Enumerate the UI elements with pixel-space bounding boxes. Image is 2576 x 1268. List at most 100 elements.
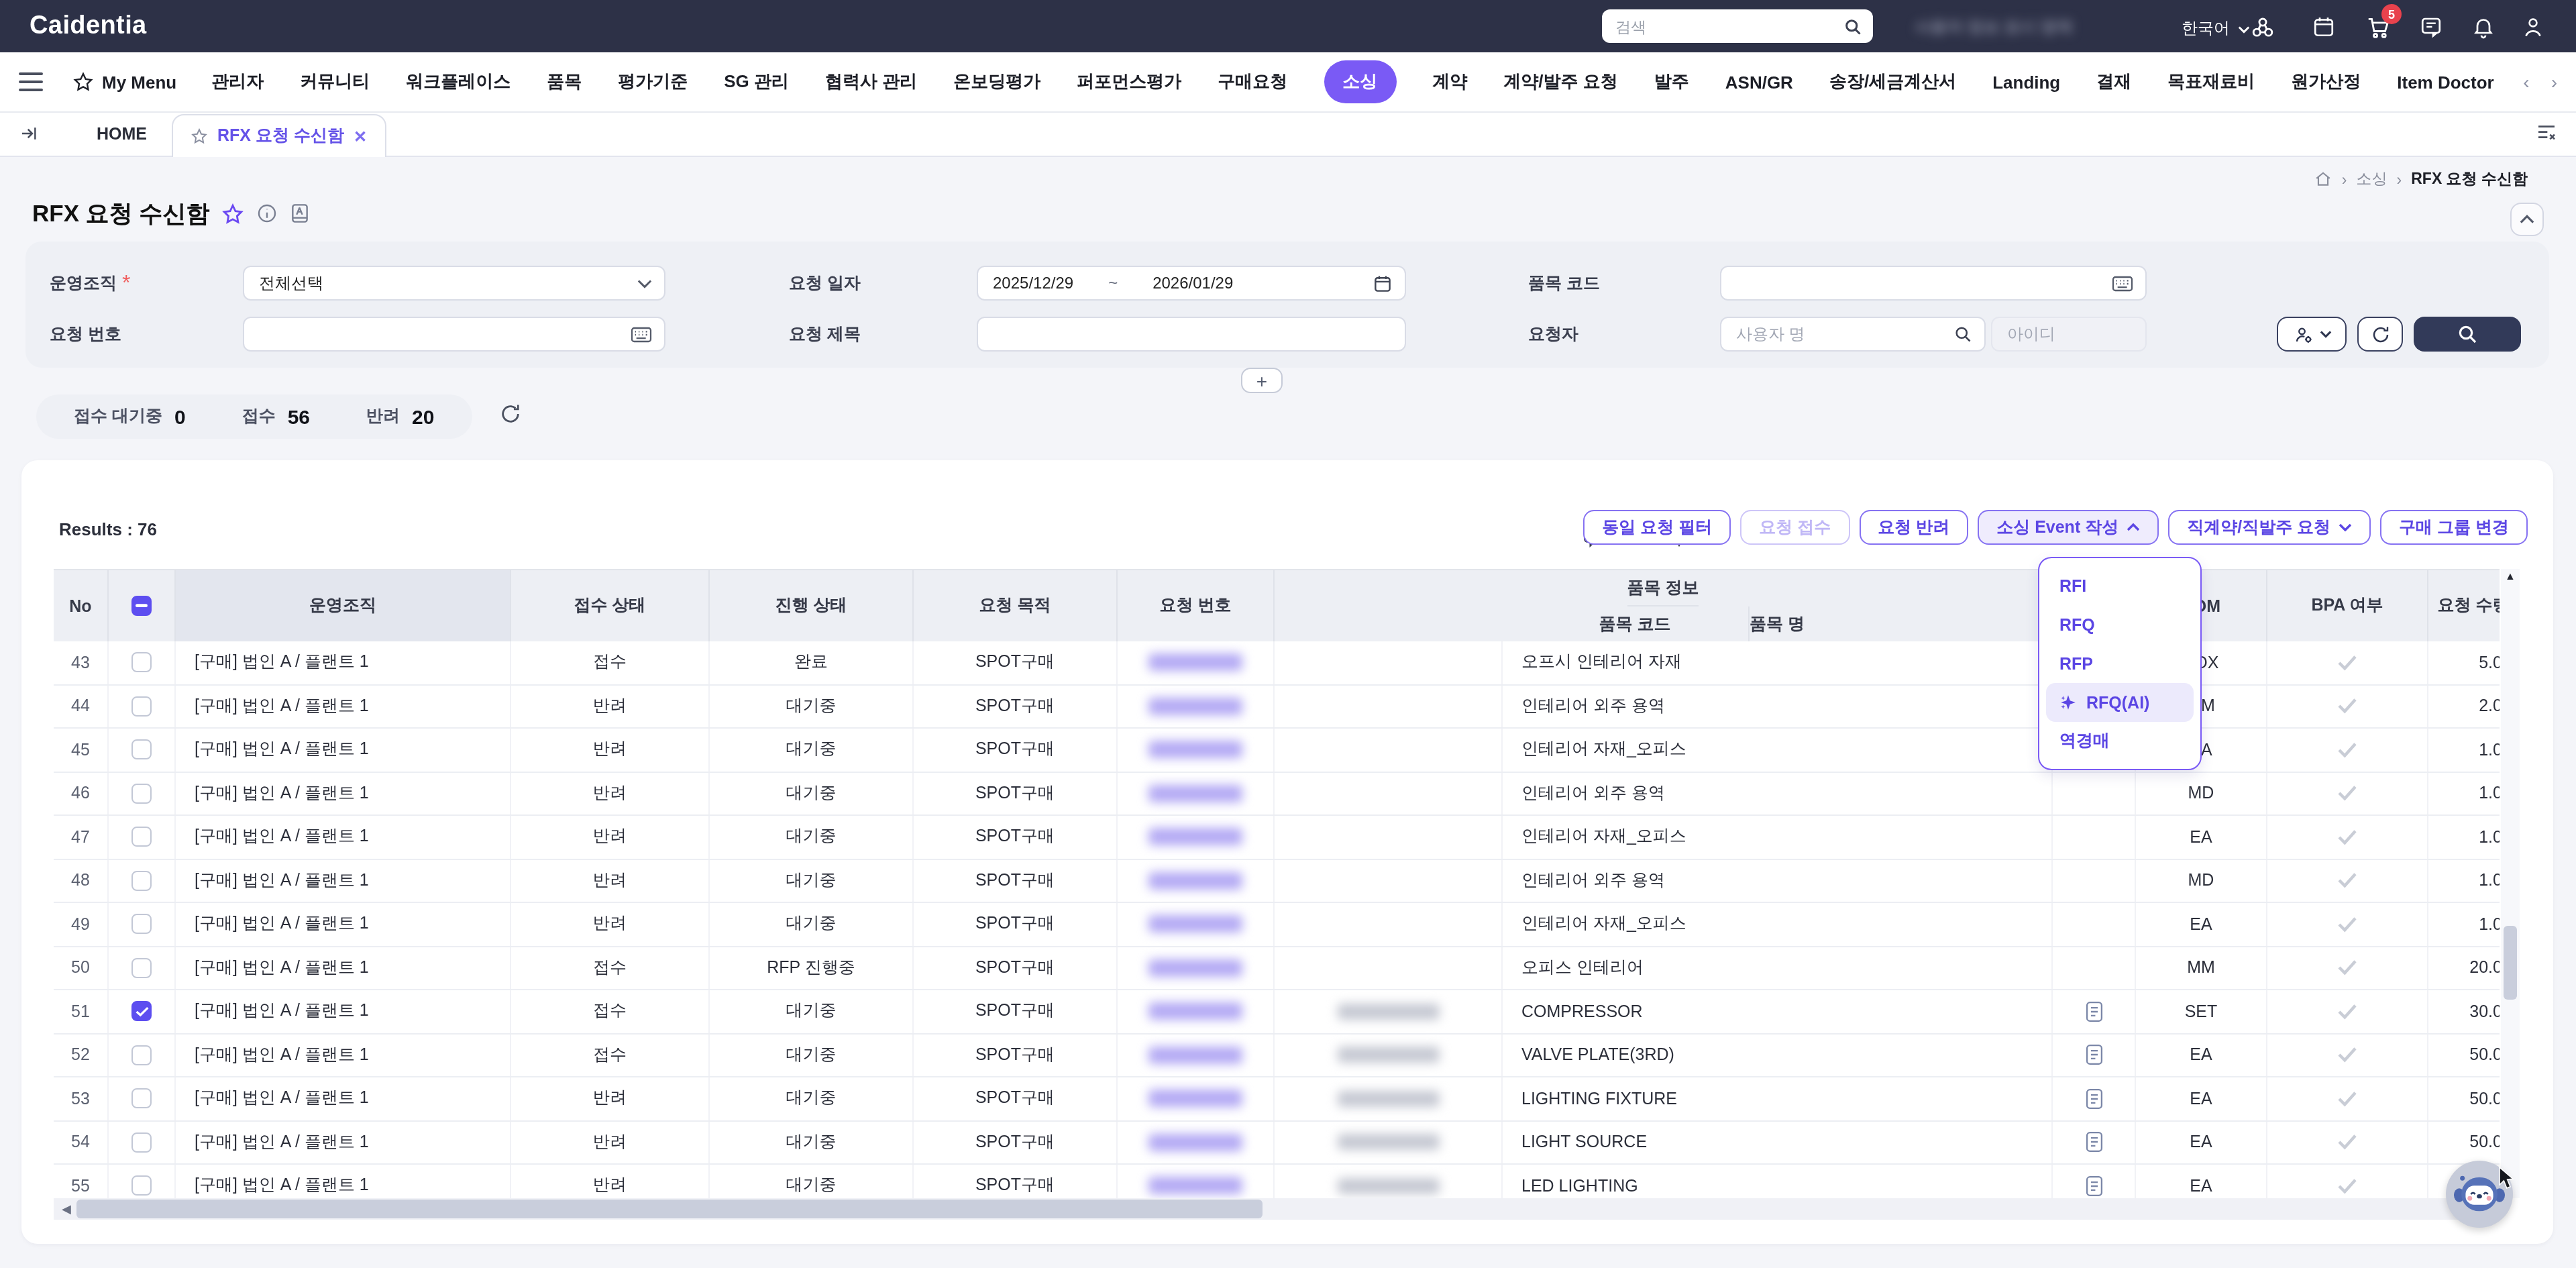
cell-request-no[interactable] [1118, 685, 1275, 727]
request-no-link-blurred[interactable] [1148, 1177, 1242, 1195]
col-item-name[interactable]: 품목 명 [1750, 606, 1805, 641]
bell-icon[interactable] [2469, 12, 2498, 42]
search-icon[interactable] [1953, 325, 1972, 344]
memo-icon[interactable] [2416, 12, 2446, 42]
calendar-icon[interactable] [1373, 273, 1393, 293]
request-no-link-blurred[interactable] [1148, 916, 1242, 933]
vertical-scrollbar-thumb[interactable] [2504, 926, 2517, 1000]
row-checkbox[interactable] [131, 1045, 152, 1065]
toolbar-button-1[interactable]: 요청 접수 [1740, 510, 1849, 545]
dropdown-item-rfi[interactable]: RFI [2046, 566, 2194, 605]
request-no-link-blurred[interactable] [1148, 1134, 1242, 1151]
cell-request-no[interactable] [1118, 1121, 1275, 1163]
document-icon[interactable] [2084, 1045, 2103, 1066]
menu-item-15[interactable]: 송장/세금계산서 [1829, 70, 1956, 94]
sidebar-expand-icon[interactable] [19, 123, 39, 144]
cell-request-no[interactable] [1118, 772, 1275, 814]
menu-item-18[interactable]: 목표재료비 [2167, 70, 2255, 94]
menu-item-12[interactable]: 계약/발주 요청 [1503, 70, 1617, 94]
org-chart-icon[interactable] [2247, 12, 2277, 42]
menu-item-9[interactable]: 구매요청 [1218, 70, 1287, 94]
cell-request-no[interactable] [1118, 990, 1275, 1033]
language-selector[interactable]: 한국어 [2182, 17, 2250, 40]
row-checkbox[interactable] [131, 740, 152, 760]
request-no-link-blurred[interactable] [1148, 1047, 1242, 1064]
document-icon[interactable] [2084, 1088, 2103, 1110]
col-qty[interactable]: 요청 수량 [2428, 570, 2500, 641]
cell-request-no[interactable] [1118, 1165, 1275, 1198]
request-title-input[interactable] [977, 317, 1406, 352]
request-no-link-blurred[interactable] [1148, 785, 1242, 802]
home-icon[interactable] [2315, 170, 2332, 188]
status-chip-2[interactable]: 반려20 [366, 405, 434, 428]
cell-request-no[interactable] [1118, 729, 1275, 771]
request-no-link-blurred[interactable] [1148, 959, 1242, 977]
cart-icon[interactable]: 5 [2363, 12, 2392, 42]
col-item-code[interactable]: 품목 코드 [1521, 606, 1750, 641]
vertical-scrollbar[interactable]: ▲ [2501, 569, 2520, 1198]
menu-item-0[interactable]: 관리자 [211, 70, 264, 94]
breadcrumb-sourcing[interactable]: 소싱 [2357, 169, 2387, 189]
menu-item-2[interactable]: 워크플레이스 [406, 70, 511, 94]
calendar-icon[interactable] [2309, 12, 2339, 42]
col-request-no[interactable]: 요청 번호 [1118, 570, 1275, 641]
org-select[interactable]: 전체선택 [243, 266, 665, 301]
request-no-link-blurred[interactable] [1148, 654, 1242, 672]
cell-request-no[interactable] [1118, 641, 1275, 684]
tab-close-icon[interactable]: ✕ [354, 127, 367, 146]
dropdown-item-rfp[interactable]: RFP [2046, 644, 2194, 683]
cell-request-no[interactable] [1118, 903, 1275, 945]
status-chip-0[interactable]: 접수 대기중0 [74, 405, 186, 428]
row-checkbox[interactable] [131, 958, 152, 978]
menu-item-14[interactable]: ASN/GR [1725, 72, 1793, 92]
menu-item-17[interactable]: 결재 [2096, 70, 2131, 94]
close-all-tabs-icon[interactable] [2536, 123, 2557, 142]
row-checkbox[interactable] [131, 827, 152, 847]
menu-item-13[interactable]: 발주 [1654, 70, 1689, 94]
date-to[interactable]: 2026/01/29 [1152, 274, 1233, 293]
dropdown-item-rfq[interactable]: RFQ [2046, 605, 2194, 644]
expand-filter-button[interactable]: + [1241, 368, 1283, 393]
toolbar-button-4[interactable]: 직계약/직발주 요청 [2168, 510, 2371, 545]
request-no-link-blurred[interactable] [1148, 872, 1242, 890]
row-checkbox[interactable] [131, 1176, 152, 1196]
request-no-link-blurred[interactable] [1148, 829, 1242, 846]
request-no-link-blurred[interactable] [1148, 1003, 1242, 1020]
cell-request-no[interactable] [1118, 1034, 1275, 1076]
menu-item-7[interactable]: 온보딩평가 [953, 70, 1040, 94]
horizontal-scrollbar-thumb[interactable] [76, 1200, 1263, 1218]
row-checkbox[interactable] [131, 871, 152, 891]
menu-scroll-left-icon[interactable]: ‹ [2523, 71, 2529, 93]
cell-request-no[interactable] [1118, 947, 1275, 989]
menu-item-4[interactable]: 평가기준 [618, 70, 688, 94]
toolbar-button-2[interactable]: 요청 반려 [1859, 510, 1968, 545]
horizontal-scrollbar[interactable]: ◀ [54, 1198, 2485, 1220]
menu-item-6[interactable]: 협력사 관리 [825, 70, 917, 94]
logo[interactable]: Caidentia [30, 11, 147, 40]
date-from[interactable]: 2025/12/29 [993, 274, 1073, 293]
hamburger-icon[interactable] [19, 67, 43, 97]
row-checkbox[interactable] [131, 696, 152, 717]
profile-icon[interactable] [2518, 12, 2548, 42]
menu-item-8[interactable]: 퍼포먼스평가 [1077, 70, 1181, 94]
col-progress-status[interactable]: 진행 상태 [710, 570, 914, 641]
col-purpose[interactable]: 요청 목적 [914, 570, 1118, 641]
document-icon[interactable] [2084, 1001, 2103, 1022]
row-checkbox[interactable] [131, 914, 152, 935]
toolbar-button-5[interactable]: 구매 그룹 변경 [2380, 510, 2528, 545]
row-checkbox[interactable] [131, 784, 152, 804]
request-no-input[interactable] [243, 317, 665, 352]
scroll-up-icon[interactable]: ▲ [2505, 570, 2516, 582]
date-range-input[interactable]: 2025/12/29 ~ 2026/01/29 [977, 266, 1406, 301]
request-no-link-blurred[interactable] [1148, 698, 1242, 715]
global-search-input[interactable] [1615, 18, 1843, 34]
info-icon[interactable] [256, 203, 278, 224]
tab-home[interactable]: HOME [97, 125, 147, 144]
refresh-counts-icon[interactable] [499, 403, 522, 425]
tab-active[interactable]: RFX 요청 수신함 ✕ [172, 114, 386, 157]
request-no-link-blurred[interactable] [1148, 741, 1242, 759]
col-org[interactable]: 운영조직 [176, 570, 511, 641]
manual-icon[interactable]: A [290, 203, 310, 224]
col-bpa[interactable]: BPA 여부 [2267, 570, 2428, 641]
menu-item-11[interactable]: 계약 [1432, 70, 1467, 94]
